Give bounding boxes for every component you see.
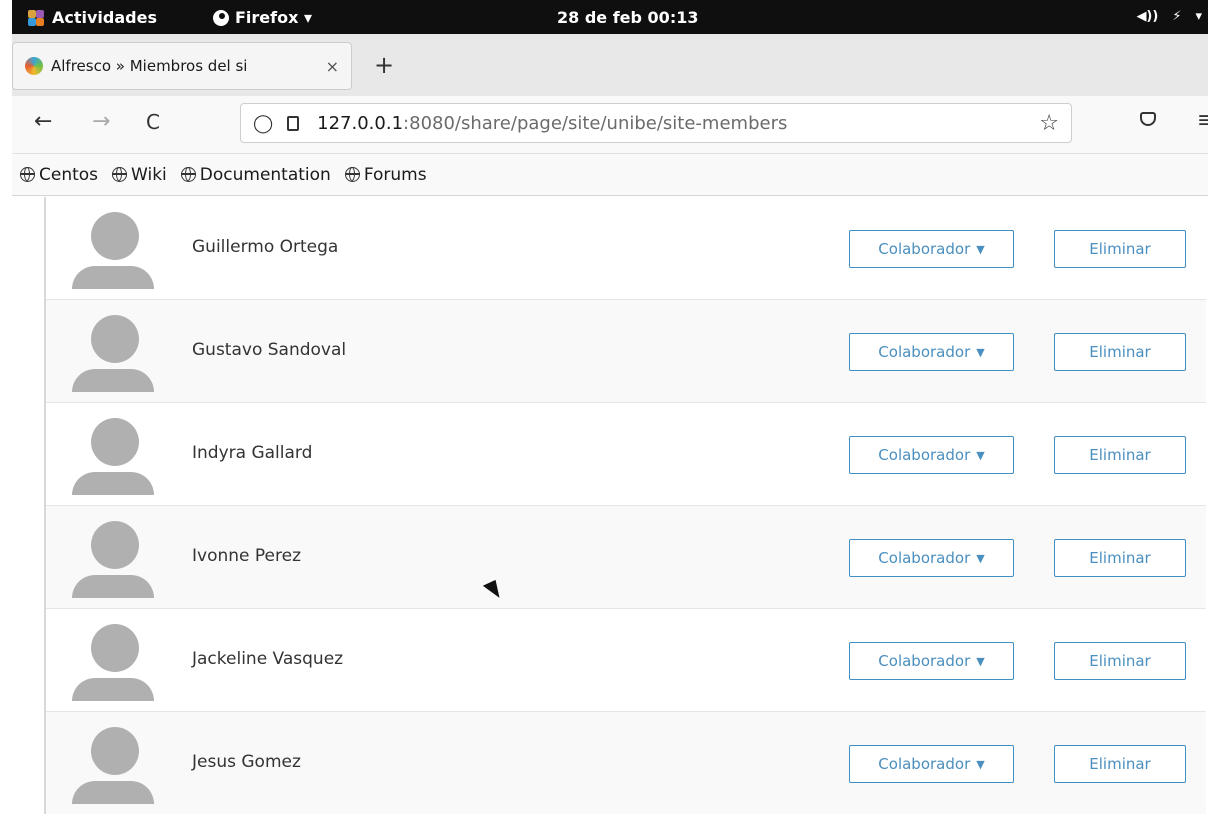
bookmark-documentation[interactable]: Documentation bbox=[180, 164, 331, 185]
app-menu-label: Firefox ▾ bbox=[235, 8, 313, 27]
member-name[interactable]: Gustavo Sandoval bbox=[192, 340, 346, 360]
site-members-list: Guillermo Ortega Colaborador ▼ Eliminar G… bbox=[44, 197, 1208, 814]
url-host: 127.0.0.1 bbox=[317, 112, 404, 134]
avatar bbox=[72, 315, 154, 392]
caret-down-icon: ▼ bbox=[976, 654, 985, 668]
remove-button[interactable]: Eliminar bbox=[1054, 642, 1186, 680]
close-tab-icon[interactable]: × bbox=[326, 57, 339, 76]
remove-button[interactable]: Eliminar bbox=[1054, 539, 1186, 577]
activities-label: Actividades bbox=[52, 8, 157, 27]
member-name[interactable]: Jesus Gomez bbox=[192, 752, 301, 772]
bookmarks-toolbar: Centos Wiki Documentation Forums bbox=[12, 154, 1208, 196]
bookmark-label: Forums bbox=[363, 164, 427, 185]
role-dropdown-button[interactable]: Colaborador ▼ bbox=[849, 333, 1014, 371]
role-label: Colaborador bbox=[878, 549, 971, 567]
clock[interactable]: 28 de feb 00:13 bbox=[557, 8, 698, 27]
hamburger-menu-icon[interactable]: ≡ bbox=[1197, 108, 1208, 133]
remove-button[interactable]: Eliminar bbox=[1054, 230, 1186, 268]
bookmark-label: Centos bbox=[39, 164, 99, 185]
globe-icon bbox=[112, 167, 128, 182]
role-label: Colaborador bbox=[878, 446, 971, 464]
role-label: Colaborador bbox=[878, 652, 971, 670]
member-row: Jesus Gomez Colaborador ▼ Eliminar bbox=[46, 712, 1206, 814]
role-dropdown-button[interactable]: Colaborador ▼ bbox=[849, 539, 1014, 577]
remove-button[interactable]: Eliminar bbox=[1054, 333, 1186, 371]
power-icon[interactable]: ⚡ bbox=[1172, 9, 1181, 24]
role-dropdown-button[interactable]: Colaborador ▼ bbox=[849, 745, 1014, 783]
member-name[interactable]: Indyra Gallard bbox=[192, 443, 312, 463]
page-info-icon[interactable] bbox=[287, 115, 300, 131]
member-name[interactable]: Guillermo Ortega bbox=[192, 237, 338, 257]
globe-icon bbox=[180, 167, 196, 182]
member-row: Gustavo Sandoval Colaborador ▼ Eliminar bbox=[46, 300, 1206, 403]
bookmark-label: Documentation bbox=[199, 164, 331, 185]
globe-icon bbox=[20, 167, 35, 182]
bookmark-star-icon[interactable]: ☆ bbox=[1039, 111, 1059, 136]
tab-title: Alfresco » Miembros del si bbox=[51, 57, 248, 75]
pocket-icon[interactable] bbox=[1140, 112, 1156, 126]
reload-button[interactable]: C bbox=[146, 110, 160, 134]
tab-alfresco-members[interactable]: Alfresco » Miembros del si × bbox=[12, 42, 352, 90]
app-menu-button[interactable]: Firefox ▾ bbox=[213, 8, 312, 27]
bookmark-wiki[interactable]: Wiki bbox=[112, 165, 167, 185]
role-dropdown-button[interactable]: Colaborador ▼ bbox=[849, 436, 1014, 474]
member-row: Indyra Gallard Colaborador ▼ Eliminar bbox=[46, 403, 1206, 506]
back-button[interactable]: ← bbox=[34, 110, 52, 134]
activities-icon bbox=[28, 9, 44, 26]
bookmark-centos[interactable]: Centos bbox=[20, 165, 98, 185]
system-tray[interactable]: ◀)) ⚡ ▾ bbox=[1136, 9, 1202, 24]
volume-icon[interactable]: ◀)) bbox=[1136, 9, 1158, 24]
remove-button[interactable]: Eliminar bbox=[1054, 745, 1186, 783]
avatar bbox=[72, 521, 154, 598]
caret-down-icon: ▼ bbox=[976, 757, 985, 771]
caret-down-icon: ▼ bbox=[976, 345, 985, 359]
caret-down-icon: ▼ bbox=[976, 242, 985, 256]
role-dropdown-button[interactable]: Colaborador ▼ bbox=[849, 642, 1014, 680]
role-label: Colaborador bbox=[878, 755, 971, 773]
member-row: Jackeline Vasquez Colaborador ▼ Eliminar bbox=[46, 609, 1206, 712]
globe-icon bbox=[344, 167, 360, 182]
avatar bbox=[72, 418, 154, 495]
avatar bbox=[72, 624, 154, 701]
tab-bar: Alfresco » Miembros del si × + bbox=[12, 34, 1208, 96]
member-name[interactable]: Jackeline Vasquez bbox=[192, 649, 343, 669]
bookmark-forums[interactable]: Forums bbox=[344, 164, 427, 185]
url-path: :8080/share/page/site/unibe/site-members bbox=[403, 112, 788, 134]
member-name[interactable]: Ivonne Perez bbox=[192, 546, 301, 566]
member-row: Ivonne Perez Colaborador ▼ Eliminar bbox=[46, 506, 1206, 609]
role-dropdown-button[interactable]: Colaborador ▼ bbox=[849, 230, 1014, 268]
new-tab-button[interactable]: + bbox=[374, 51, 394, 79]
system-menu-chevron-icon[interactable]: ▾ bbox=[1195, 9, 1202, 24]
avatar bbox=[72, 212, 154, 289]
caret-down-icon: ▼ bbox=[976, 551, 985, 565]
caret-down-icon: ▼ bbox=[976, 448, 985, 462]
system-top-bar: Actividades Firefox ▾ 28 de feb 00:13 ◀)… bbox=[12, 0, 1208, 34]
bookmark-label: Wiki bbox=[131, 164, 167, 185]
navigation-bar: ← → C ◯ 127.0.0.1:8080/share/page/site/u… bbox=[12, 96, 1208, 154]
url-bar[interactable]: ◯ 127.0.0.1:8080/share/page/site/unibe/s… bbox=[240, 103, 1072, 143]
alfresco-favicon-icon bbox=[25, 57, 43, 75]
role-label: Colaborador bbox=[878, 240, 971, 258]
member-row: Guillermo Ortega Colaborador ▼ Eliminar bbox=[46, 197, 1206, 300]
avatar bbox=[72, 727, 154, 804]
activities-button[interactable]: Actividades bbox=[28, 8, 157, 27]
remove-button[interactable]: Eliminar bbox=[1054, 436, 1186, 474]
forward-button[interactable]: → bbox=[92, 110, 110, 134]
tracking-shield-icon[interactable]: ◯ bbox=[253, 113, 273, 134]
role-label: Colaborador bbox=[878, 343, 971, 361]
firefox-icon bbox=[213, 9, 229, 26]
